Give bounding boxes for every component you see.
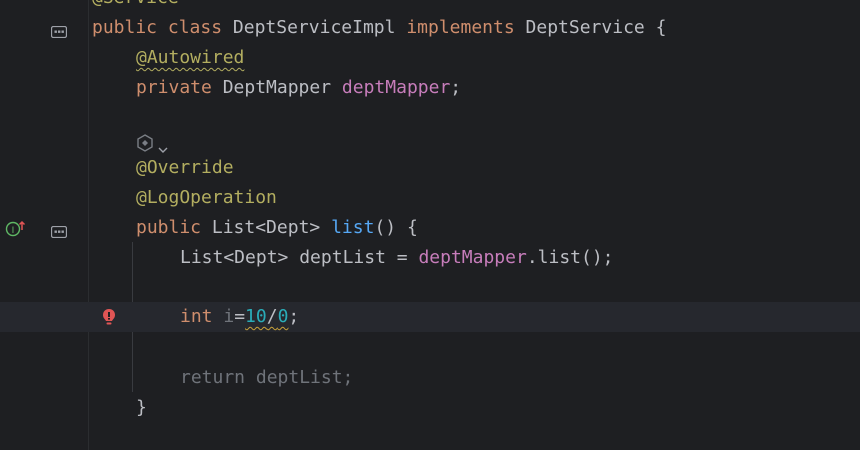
code-line[interactable]: @Autowired [0,43,860,73]
operator-token: = [234,306,246,327]
interface-name-token: DeptService [525,17,645,38]
params-token: () { [374,217,418,238]
code-line[interactable]: public class DeptServiceImpl implements … [0,13,860,43]
code-line[interactable]: return deptList; [0,363,860,393]
current-code-line[interactable]: int i=10/0; [0,302,860,332]
keyword-token: public [92,17,158,38]
number-token: 0 [277,306,289,327]
code-line[interactable]: @LogOperation [0,183,860,213]
statement: List<Dept> deptList = deptMapper.list(); [180,243,614,273]
class-name-token: DeptServiceImpl [232,17,396,38]
statement: int i=10/0; [180,302,299,332]
code-line[interactable]: I public List<Dept> list() { [0,213,860,243]
override-up-icon[interactable]: I [5,219,27,242]
code-line[interactable]: List<Dept> deptList = deptMapper.list(); [0,243,860,273]
keyword-token: private [136,77,212,98]
code-line[interactable]: @Service [0,0,860,13]
field-token: deptMapper [418,247,527,268]
method-name-token: list [331,217,375,238]
field-declaration: private DeptMapper deptMapper; [136,73,461,103]
annotation-token: @Service [92,0,179,13]
number-token: 10 [245,306,267,327]
field-token: deptMapper [341,77,451,98]
code-editor[interactable]: @Service public class DeptServiceImpl im… [0,0,860,450]
type-token: List<Dept> [211,217,321,238]
brace-token: } [136,397,147,418]
semicolon-token: ; [288,306,300,327]
brace-token: { [655,17,667,38]
error-bulb-icon[interactable] [102,308,116,333]
type-token: DeptMapper [222,77,332,98]
method-declaration: public List<Dept> list() { [136,213,418,243]
implementation-icon[interactable] [50,22,68,43]
keyword-token: public [136,217,202,238]
return-statement: return deptList; [180,367,354,388]
operator-token: = [396,247,408,268]
code-line[interactable]: } [0,393,860,423]
type-token: List<Dept> [180,247,289,268]
annotation-token: @Override [136,157,234,178]
keyword-token: class [167,17,223,38]
semicolon-token: ; [450,77,462,98]
call-token: .list(); [526,247,614,268]
variable-token: i [223,306,235,327]
annotation-token: @LogOperation [136,187,277,208]
svg-text:I: I [12,226,15,236]
class-declaration: public class DeptServiceImpl implements … [92,13,666,43]
implementation-icon[interactable] [50,222,68,243]
keyword-token: implements [406,17,515,38]
code-line[interactable]: private DeptMapper deptMapper; [0,73,860,103]
code-line[interactable]: @Override [0,153,860,183]
operator-token: / [266,306,278,327]
keyword-token: int [180,306,213,327]
annotation-token: @Autowired [136,47,245,68]
variable-token: deptList [299,247,386,268]
